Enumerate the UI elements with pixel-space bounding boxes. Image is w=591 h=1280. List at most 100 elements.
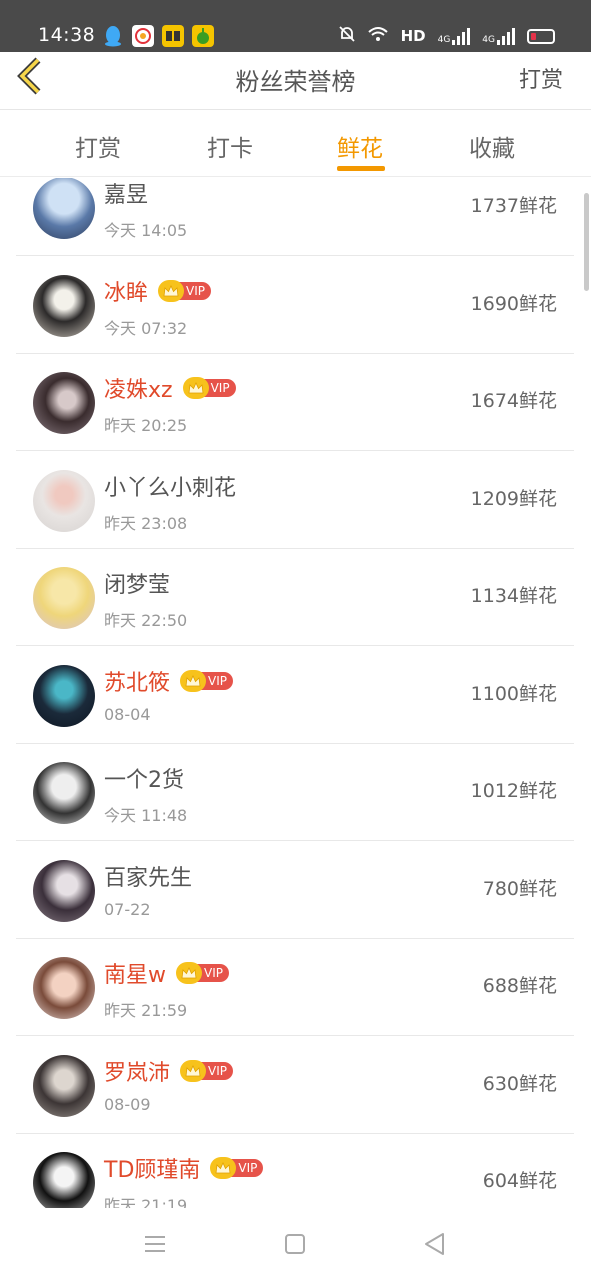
name-line: 冰眸 VIP bbox=[104, 275, 211, 307]
page-title: 粉丝荣誉榜 bbox=[235, 68, 356, 96]
avatar[interactable] bbox=[33, 372, 95, 434]
last-active-time: 昨天 22:50 bbox=[104, 611, 188, 630]
weibo-icon bbox=[132, 25, 154, 47]
fan-name: TD顾瑾南 bbox=[104, 1158, 201, 1183]
vip-badge: VIP bbox=[180, 669, 233, 692]
reward-button[interactable]: 打赏 bbox=[519, 62, 563, 94]
tab-favorites[interactable]: 收藏 bbox=[469, 129, 515, 163]
last-active-time: 今天 07:32 bbox=[104, 318, 188, 338]
signal-2: 4G bbox=[482, 27, 515, 45]
name-line: TD顾瑾南 VIP bbox=[104, 1152, 264, 1184]
tab-reward[interactable]: 打赏 bbox=[75, 129, 121, 163]
crown-icon bbox=[182, 377, 209, 399]
back-nav-button[interactable] bbox=[421, 1230, 449, 1258]
fan-row[interactable]: 百家先生 07-22 780鲜花 bbox=[16, 842, 574, 939]
system-nav-bar bbox=[0, 1208, 591, 1280]
fan-name: 南星w bbox=[104, 963, 166, 988]
last-active-time: 昨天 23:08 bbox=[104, 513, 188, 533]
flower-count: 688鲜花 bbox=[482, 975, 557, 997]
flower-count: 780鲜花 bbox=[482, 877, 557, 900]
avatar[interactable] bbox=[33, 664, 95, 727]
fan-row[interactable]: 小丫么小刺花 昨天 23:08 1209鲜花 bbox=[16, 452, 574, 549]
flower-count: 604鲜花 bbox=[482, 1170, 557, 1192]
crown-icon bbox=[180, 669, 207, 692]
last-active-time: 昨天 21:59 bbox=[104, 1001, 188, 1020]
crown-icon bbox=[210, 1157, 237, 1179]
last-active-time: 昨天 20:25 bbox=[104, 416, 188, 435]
vip-badge: VIP bbox=[210, 1157, 264, 1179]
home-square-icon bbox=[285, 1234, 305, 1254]
back-triangle-icon bbox=[425, 1233, 444, 1255]
mute-bell-icon bbox=[338, 25, 355, 47]
crown-icon bbox=[176, 962, 202, 984]
avatar[interactable] bbox=[33, 1152, 95, 1208]
menu-nav-button[interactable] bbox=[141, 1230, 169, 1258]
fan-row[interactable]: 一个2货今天 11:48 1012鲜花 bbox=[16, 744, 574, 841]
last-active-time: 今天 14:05 bbox=[104, 221, 188, 240]
fan-row[interactable]: 凌姝xz VIP 昨天 20:25 1674鲜花 bbox=[16, 354, 574, 451]
avatar[interactable] bbox=[33, 567, 95, 629]
home-nav-button[interactable] bbox=[281, 1230, 309, 1258]
tab-flowers[interactable]: 鲜花 bbox=[337, 129, 383, 163]
fan-name: 嘉昱 bbox=[104, 183, 149, 208]
notification-icons bbox=[102, 25, 214, 47]
vip-badge: VIP bbox=[158, 279, 211, 302]
name-line: 小丫么小刺花 bbox=[104, 470, 236, 502]
avatar[interactable] bbox=[33, 469, 95, 532]
scrollbar[interactable] bbox=[584, 193, 589, 291]
signal-bars-icon bbox=[497, 27, 515, 45]
battery-icon bbox=[527, 28, 555, 44]
name-line: 凌姝xz VIP bbox=[104, 372, 236, 404]
signal-bars-icon bbox=[452, 27, 471, 45]
flower-count: 1674鲜花 bbox=[470, 390, 557, 412]
active-tab-indicator bbox=[337, 166, 385, 171]
avatar[interactable] bbox=[33, 762, 95, 824]
fan-row[interactable]: 嘉昱 今天 14:05 1737鲜花 bbox=[16, 178, 574, 256]
name-line: 闭梦莹 bbox=[104, 567, 170, 599]
name-line: 嘉昱 bbox=[104, 178, 148, 209]
flower-count: 1134鲜花 bbox=[470, 585, 557, 607]
avatar[interactable] bbox=[33, 274, 95, 337]
fan-list[interactable]: 嘉昱 今天 14:05 1737鲜花 冰眸 VIP 今天 07:32 1690鲜花 凌姝xz V… bbox=[0, 178, 591, 1208]
reader-app-icon bbox=[162, 25, 184, 47]
avatar[interactable] bbox=[33, 1054, 95, 1117]
vip-badge: VIP bbox=[180, 1059, 233, 1082]
fan-name: 罗岚沛 bbox=[104, 1060, 171, 1086]
tab-checkin[interactable]: 打卡 bbox=[207, 129, 253, 163]
name-line: 南星w VIP bbox=[104, 957, 229, 989]
fan-name: 小丫么小刺花 bbox=[104, 475, 237, 501]
fan-name: 一个2货 bbox=[104, 768, 184, 793]
app-header: 粉丝荣誉榜 打赏 bbox=[0, 52, 591, 110]
flower-count: 1690鲜花 bbox=[470, 292, 557, 315]
signal-1: 4G bbox=[438, 27, 471, 45]
flower-count: 1100鲜花 bbox=[470, 682, 557, 705]
status-time: 14:38 bbox=[38, 24, 96, 46]
fan-name: 苏北筱 bbox=[104, 670, 171, 696]
menu-icon bbox=[145, 1236, 165, 1252]
sig2-label: 4G bbox=[482, 35, 495, 45]
last-active-time: 08-04 bbox=[104, 704, 151, 724]
fan-row[interactable]: 罗岚沛 VIP 08-09 630鲜花 bbox=[16, 1037, 574, 1134]
crown-icon bbox=[158, 279, 185, 302]
flower-count: 630鲜花 bbox=[482, 1072, 557, 1095]
fan-name: 凌姝xz bbox=[104, 378, 173, 403]
avatar[interactable] bbox=[33, 178, 95, 239]
tab-bar: 打赏 打卡 鲜花 收藏 bbox=[0, 111, 591, 177]
last-active-time: 今天 11:48 bbox=[104, 806, 188, 825]
fan-row[interactable]: 南星w VIP 昨天 21:59 688鲜花 bbox=[16, 939, 574, 1036]
status-bar: 14:38 HD 4G 4G bbox=[0, 0, 591, 52]
last-active-time: 08-09 bbox=[104, 1094, 151, 1114]
flower-count: 1012鲜花 bbox=[470, 780, 557, 802]
name-line: 百家先生 bbox=[104, 860, 192, 892]
name-line: 苏北筱 VIP bbox=[104, 665, 233, 697]
fan-name: 闭梦莹 bbox=[104, 573, 171, 598]
avatar[interactable] bbox=[33, 859, 95, 922]
fan-row[interactable]: 苏北筱 VIP 08-04 1100鲜花 bbox=[16, 647, 574, 744]
fan-row[interactable]: 闭梦莹昨天 22:50 1134鲜花 bbox=[16, 549, 574, 646]
crown-icon bbox=[180, 1059, 207, 1082]
sig1-label: 4G bbox=[437, 35, 451, 45]
fan-row[interactable]: TD顾瑾南 VIP 昨天 21:19 604鲜花 bbox=[16, 1134, 574, 1208]
pear-app-icon bbox=[192, 25, 214, 47]
fan-row[interactable]: 冰眸 VIP 今天 07:32 1690鲜花 bbox=[16, 257, 574, 354]
avatar[interactable] bbox=[33, 957, 95, 1019]
